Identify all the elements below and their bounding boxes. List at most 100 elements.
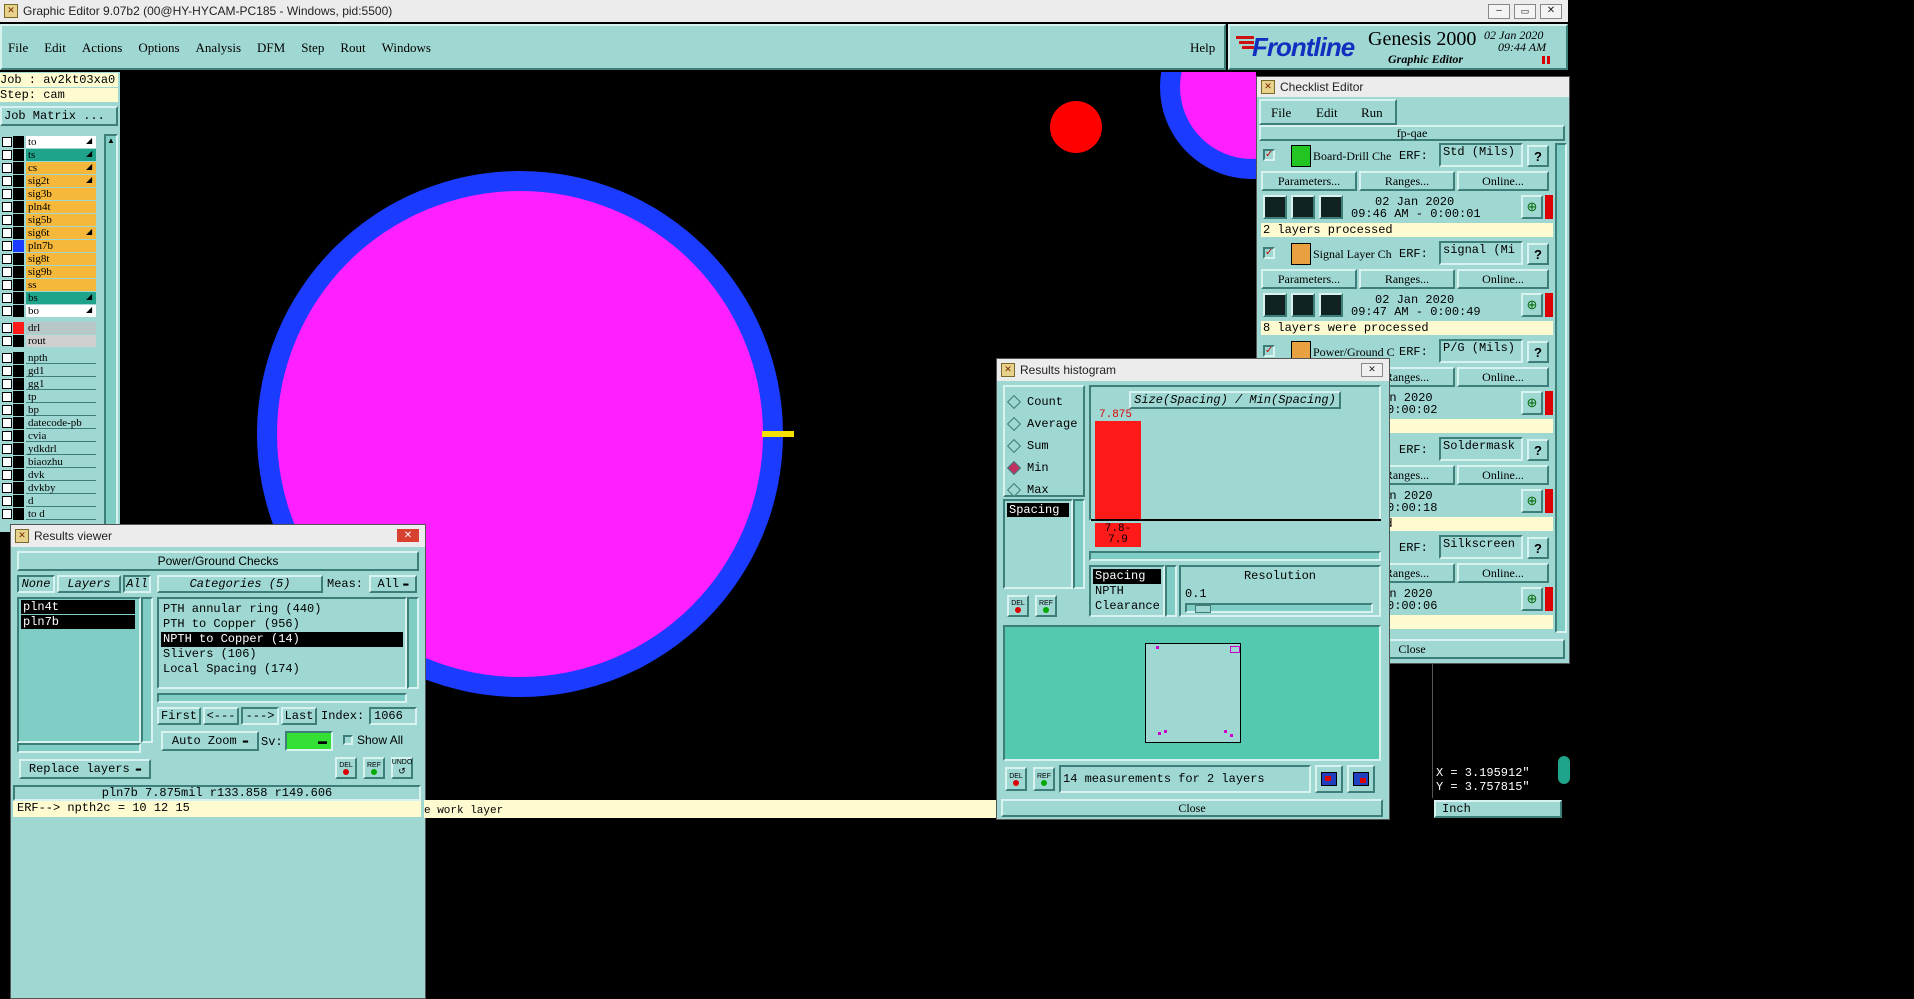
result-layers-list[interactable]: pln4t pln7b	[17, 597, 141, 743]
result-layer-item[interactable]: pln7b	[21, 615, 135, 629]
mode-radio-min[interactable]: Min	[1006, 459, 1049, 477]
close-window-button[interactable]: ✕	[1540, 4, 1562, 19]
layer-color-swatch[interactable]	[13, 404, 24, 416]
layer-color-swatch[interactable]	[13, 201, 24, 213]
menu-dfm[interactable]: DFM	[257, 40, 285, 56]
layer-checkbox[interactable]	[2, 228, 12, 238]
layer-checkbox[interactable]	[2, 323, 12, 333]
layer-name[interactable]: bp	[26, 404, 96, 416]
help-icon[interactable]: ?	[1527, 537, 1549, 559]
online-button[interactable]: Online...	[1457, 465, 1549, 485]
layer-checkbox[interactable]	[2, 267, 12, 277]
category-item[interactable]: PTH to Copper (956)	[161, 617, 403, 632]
layer-checkbox[interactable]	[2, 254, 12, 264]
layer-checkbox[interactable]	[2, 353, 12, 363]
layer-row[interactable]: npth	[0, 352, 98, 364]
menu-help[interactable]: Help	[1190, 40, 1215, 56]
all-button[interactable]: All	[123, 575, 151, 593]
layer-color-swatch[interactable]	[13, 214, 24, 226]
layer-row[interactable]: rout	[0, 335, 98, 347]
layer-checkbox[interactable]	[2, 137, 12, 147]
layers-button[interactable]: Layers	[57, 575, 121, 593]
layer-color-swatch[interactable]	[13, 266, 24, 278]
last-button[interactable]: Last	[281, 707, 317, 725]
hist-ref-button[interactable]: REF	[1035, 595, 1057, 617]
del-button[interactable]: DEL	[335, 757, 357, 779]
layer-row[interactable]: gd1	[0, 365, 98, 377]
layer-name[interactable]: biaozhu	[26, 456, 96, 468]
layer-checkbox[interactable]	[2, 280, 12, 290]
layer-row[interactable]: sig3b	[0, 188, 98, 200]
zoom-results-icon[interactable]: ⊕	[1521, 293, 1543, 317]
help-icon[interactable]: ?	[1527, 145, 1549, 167]
menu-options[interactable]: Options	[138, 40, 179, 56]
layer-name[interactable]: cvia	[26, 430, 96, 442]
category-item[interactable]: Local Spacing (174)	[161, 662, 403, 677]
replace-layers-select[interactable]: Replace layers ▬	[19, 759, 151, 779]
layer-name[interactable]: pln7b	[26, 240, 96, 252]
check-enable-checkbox[interactable]: ✓	[1263, 149, 1275, 161]
layer-checkbox[interactable]	[2, 418, 12, 428]
menu-edit[interactable]: Edit	[44, 40, 66, 56]
stop-icon[interactable]	[1319, 293, 1343, 317]
menu-windows[interactable]: Windows	[382, 40, 431, 56]
layer-color-swatch[interactable]	[13, 365, 24, 377]
layer-name[interactable]: to d	[26, 508, 96, 520]
mode-radio-sum[interactable]: Sum	[1006, 437, 1049, 455]
ranges-button[interactable]: Ranges...	[1359, 269, 1455, 289]
layer-row[interactable]: sig2t ◢	[0, 175, 98, 187]
resolution-item[interactable]: Spacing	[1093, 569, 1161, 584]
menu-step[interactable]: Step	[301, 40, 324, 56]
categories-scrollbar[interactable]	[407, 597, 419, 689]
layer-row[interactable]: tp	[0, 391, 98, 403]
layer-row[interactable]: pln7b	[0, 240, 98, 252]
layer-row[interactable]: bo ◢	[0, 305, 98, 317]
result-layers-scrollbar[interactable]	[141, 597, 153, 743]
menu-actions[interactable]: Actions	[82, 40, 122, 56]
checklist-menu-edit[interactable]: Edit	[1316, 105, 1338, 121]
layer-color-swatch[interactable]	[13, 305, 24, 317]
layer-checkbox[interactable]	[2, 431, 12, 441]
layer-checkbox[interactable]	[2, 457, 12, 467]
layer-checkbox[interactable]	[2, 444, 12, 454]
hist-del-button[interactable]: DEL	[1007, 595, 1029, 617]
maximize-button[interactable]: ▭	[1514, 4, 1536, 19]
ref-button[interactable]: REF	[363, 757, 385, 779]
layer-row[interactable]: sig5b	[0, 214, 98, 226]
layer-row[interactable]: bs ◢	[0, 292, 98, 304]
layer-name[interactable]: d	[26, 495, 96, 507]
category-item[interactable]: NPTH to Copper (14)	[161, 632, 403, 647]
result-layer-item[interactable]: pln4t	[21, 600, 135, 614]
layer-color-swatch[interactable]	[13, 227, 24, 239]
categories-hscroll[interactable]	[157, 693, 407, 703]
erf-field[interactable]: P/G (Mils)	[1439, 339, 1523, 363]
layer-color-swatch[interactable]	[13, 136, 24, 148]
unit-select[interactable]: Inch	[1434, 800, 1562, 818]
resolution-item[interactable]: NPTH	[1093, 584, 1161, 599]
layer-name[interactable]: rout	[26, 335, 96, 347]
result-layers-hscroll[interactable]	[17, 743, 141, 753]
preview-del-button[interactable]: DEL	[1005, 767, 1027, 791]
layer-name[interactable]: dvk	[26, 469, 96, 481]
chart-view-icon[interactable]	[1315, 765, 1343, 793]
layer-name[interactable]: ydkdrl	[26, 443, 96, 455]
layer-checkbox[interactable]	[2, 405, 12, 415]
layer-row[interactable]: to d	[0, 508, 98, 520]
undo-button[interactable]: UNDO ↺	[391, 757, 413, 779]
layer-row[interactable]: sig8t	[0, 253, 98, 265]
layer-color-swatch[interactable]	[13, 149, 24, 161]
index-field[interactable]: 1066	[369, 707, 417, 725]
layer-name[interactable]: gd1	[26, 365, 96, 377]
layer-name[interactable]: tp	[26, 391, 96, 403]
layer-checkbox[interactable]	[2, 176, 12, 186]
resolution-list-scrollbar[interactable]	[1165, 565, 1177, 617]
mode-radio-max[interactable]: Max	[1006, 481, 1049, 499]
layer-color-swatch[interactable]	[13, 253, 24, 265]
layer-checkbox[interactable]	[2, 336, 12, 346]
zoom-results-icon[interactable]: ⊕	[1521, 489, 1543, 513]
job-matrix-button[interactable]: Job Matrix ...	[0, 106, 118, 126]
layer-checkbox[interactable]	[2, 392, 12, 402]
sv-select[interactable]: ▬	[285, 731, 333, 751]
online-button[interactable]: Online...	[1457, 563, 1549, 583]
zoom-results-icon[interactable]: ⊕	[1521, 587, 1543, 611]
